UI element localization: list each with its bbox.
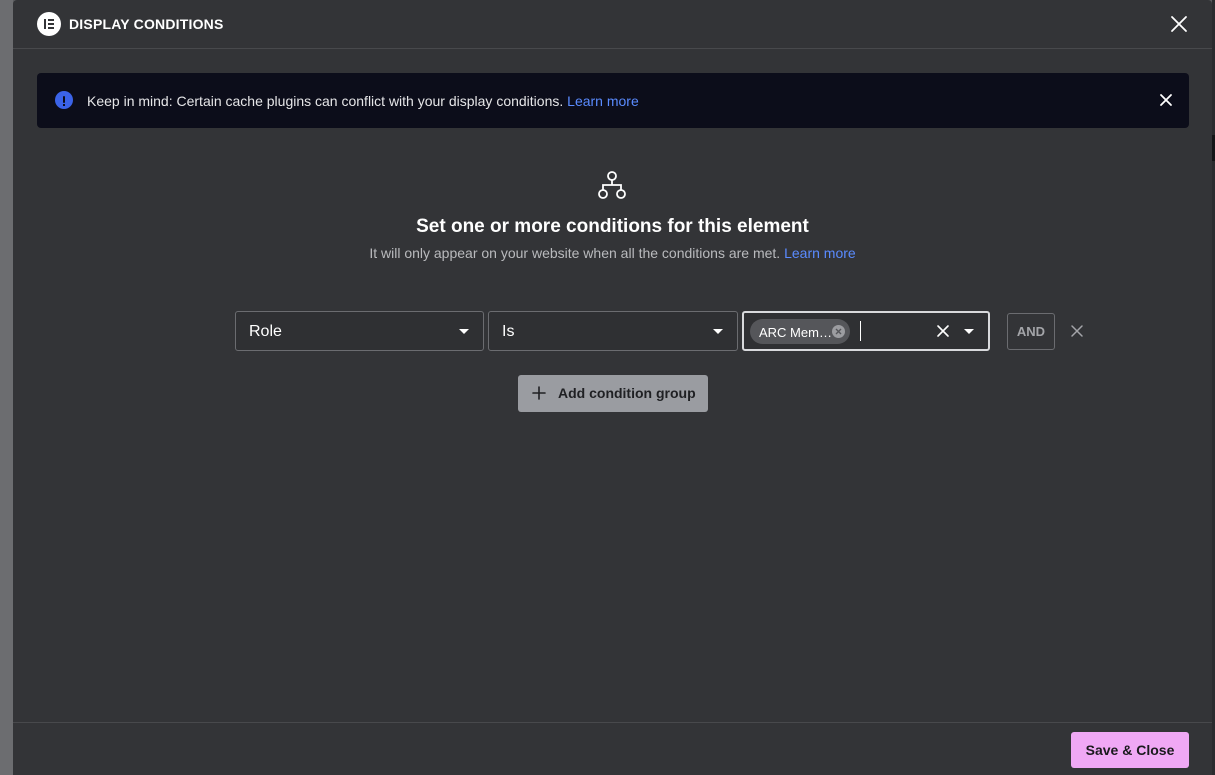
modal-header: DISPLAY CONDITIONS (13, 0, 1212, 49)
notice-text: Keep in mind: Certain cache plugins can … (87, 93, 639, 109)
notice-message: Keep in mind: Certain cache plugins can … (87, 93, 564, 109)
conditions-subtext: It will only appear on your website when… (13, 245, 1212, 261)
conditions-heading: Set one or more conditions for this elem… (416, 216, 809, 237)
hierarchy-icon (598, 171, 626, 199)
cache-notice-banner: Keep in mind: Certain cache plugins can … (37, 73, 1189, 128)
notice-learn-more-link[interactable]: Learn more (567, 93, 639, 109)
clear-icon[interactable] (936, 324, 950, 338)
save-close-button[interactable]: Save & Close (1071, 732, 1189, 768)
condition-field-select[interactable]: Role (235, 311, 484, 351)
elementor-logo-icon (37, 12, 61, 36)
and-connector-button[interactable]: AND (1007, 313, 1055, 350)
chip-label: ARC Mem… (759, 325, 832, 340)
condition-field-value: Role (249, 323, 282, 340)
info-icon (55, 91, 73, 109)
display-conditions-modal: DISPLAY CONDITIONS Keep in mind: Certain… (13, 0, 1212, 775)
close-icon[interactable] (1158, 92, 1174, 108)
modal-title: DISPLAY CONDITIONS (69, 16, 224, 32)
caret-down-icon (713, 329, 723, 334)
add-condition-group-label: Add condition group (558, 385, 696, 401)
close-icon[interactable] (1169, 14, 1189, 34)
conditions-subtext-message: It will only appear on your website when… (369, 245, 781, 261)
caret-down-icon (459, 329, 469, 334)
text-cursor (860, 321, 861, 341)
add-condition-group-button[interactable]: Add condition group (518, 375, 708, 412)
conditions-learn-more-link[interactable]: Learn more (784, 245, 856, 261)
condition-operator-value: Is (502, 323, 515, 340)
values-search-input[interactable] (862, 317, 932, 345)
condition-values-select[interactable]: ARC Mem… (742, 311, 990, 351)
remove-condition-icon[interactable] (1070, 324, 1084, 338)
caret-down-icon[interactable] (964, 329, 974, 334)
plus-icon (532, 386, 546, 400)
modal-footer: Save & Close (13, 722, 1212, 775)
remove-circle-icon[interactable] (832, 325, 845, 338)
page-backdrop (0, 0, 13, 775)
selected-value-chip: ARC Mem… (750, 319, 850, 344)
condition-operator-select[interactable]: Is (488, 311, 738, 351)
